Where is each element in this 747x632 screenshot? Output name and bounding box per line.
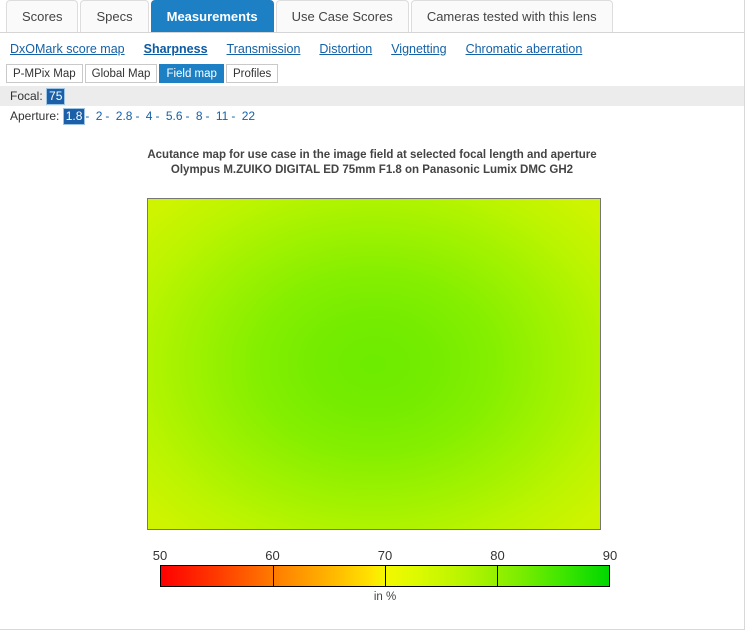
aperture-separator: - bbox=[85, 109, 90, 123]
minitab-global-map[interactable]: Global Map bbox=[84, 64, 158, 83]
primary-tab-bar: Scores Specs Measurements Use Case Scores Ca… bbox=[0, 0, 744, 33]
colorbar-tick-50: 50 bbox=[152, 548, 168, 563]
minitab-field-map[interactable]: Field map bbox=[159, 64, 224, 83]
colorbar-unit-label: in % bbox=[373, 591, 397, 603]
aperture-separator: - bbox=[185, 109, 190, 123]
acutance-gradient bbox=[148, 199, 600, 529]
tab-scores[interactable]: Scores bbox=[6, 0, 79, 32]
chart-title: Acutance map for use case in the image f… bbox=[0, 148, 744, 178]
focal-value-75[interactable]: 75 bbox=[46, 88, 66, 105]
colorbar-legend: 50 60 70 80 90 in % bbox=[153, 548, 617, 603]
aperture-value-5-6[interactable]: 5.6 bbox=[163, 106, 186, 126]
colorbar-divider-60 bbox=[273, 566, 274, 586]
colorbar-tick-90: 90 bbox=[602, 548, 618, 563]
chart-title-line1: Acutance map for use case in the image f… bbox=[147, 149, 597, 161]
aperture-separator: - bbox=[105, 109, 110, 123]
aperture-value-2[interactable]: 2 bbox=[93, 106, 106, 126]
acutance-field-map bbox=[147, 198, 601, 530]
subnav-link-dxomark-score-map[interactable]: DxOMark score map bbox=[10, 42, 125, 56]
subnav-link-distortion[interactable]: Distortion bbox=[319, 42, 372, 56]
colorbar-tick-80: 80 bbox=[490, 548, 505, 563]
colorbar-tick-70: 70 bbox=[377, 548, 393, 563]
focal-label: Focal: bbox=[10, 89, 43, 103]
aperture-separator: - bbox=[205, 109, 210, 123]
aperture-separator: - bbox=[135, 109, 140, 123]
colorbar-divider-70 bbox=[385, 566, 386, 586]
aperture-selector-row: Aperture: 1.8- 2- 2.8- 4- 5.6- 8- 11- 22 bbox=[0, 106, 744, 126]
measurements-subnav: DxOMark score map Sharpness Transmission Di… bbox=[0, 33, 744, 64]
colorbar-tick-60: 60 bbox=[265, 548, 280, 563]
aperture-value-8[interactable]: 8 bbox=[193, 106, 206, 126]
measurements-page: Scores Specs Measurements Use Case Scores Ca… bbox=[0, 0, 745, 630]
subnav-link-sharpness[interactable]: Sharpness bbox=[144, 42, 208, 56]
tab-cameras-tested-with-this-lens[interactable]: Cameras tested with this lens bbox=[410, 0, 613, 32]
colorbar-tick-labels: 50 60 70 80 90 bbox=[153, 548, 617, 565]
colorbar-gradient bbox=[160, 565, 610, 587]
subnav-link-vignetting[interactable]: Vignetting bbox=[391, 42, 446, 56]
subnav-link-transmission[interactable]: Transmission bbox=[227, 42, 301, 56]
chart-subtitle: Olympus M.ZUIKO DIGITAL ED 75mm F1.8 on … bbox=[170, 164, 574, 176]
tab-use-case-scores[interactable]: Use Case Scores bbox=[275, 0, 409, 32]
aperture-value-22[interactable]: 22 bbox=[239, 106, 258, 126]
aperture-separator: - bbox=[231, 109, 236, 123]
aperture-separator: - bbox=[155, 109, 160, 123]
minitab-profiles[interactable]: Profiles bbox=[225, 64, 279, 83]
tab-measurements[interactable]: Measurements bbox=[150, 0, 274, 32]
aperture-value-2-8[interactable]: 2.8 bbox=[113, 106, 136, 126]
subnav-link-chromatic-aberration[interactable]: Chromatic aberration bbox=[466, 42, 583, 56]
focal-selector-row: Focal: 75 bbox=[0, 86, 744, 106]
colorbar-divider-80 bbox=[497, 566, 498, 586]
aperture-value-4[interactable]: 4 bbox=[143, 106, 156, 126]
aperture-value-11[interactable]: 11 bbox=[213, 106, 231, 126]
aperture-value-1-8[interactable]: 1.8 bbox=[62, 108, 86, 125]
minitab-p-mpix-map[interactable]: P-MPix Map bbox=[6, 64, 83, 83]
tab-specs[interactable]: Specs bbox=[80, 0, 149, 32]
aperture-label: Aperture: bbox=[10, 109, 60, 123]
sharpness-view-tabs: P-MPix Map Global Map Field map Profiles bbox=[0, 64, 744, 86]
